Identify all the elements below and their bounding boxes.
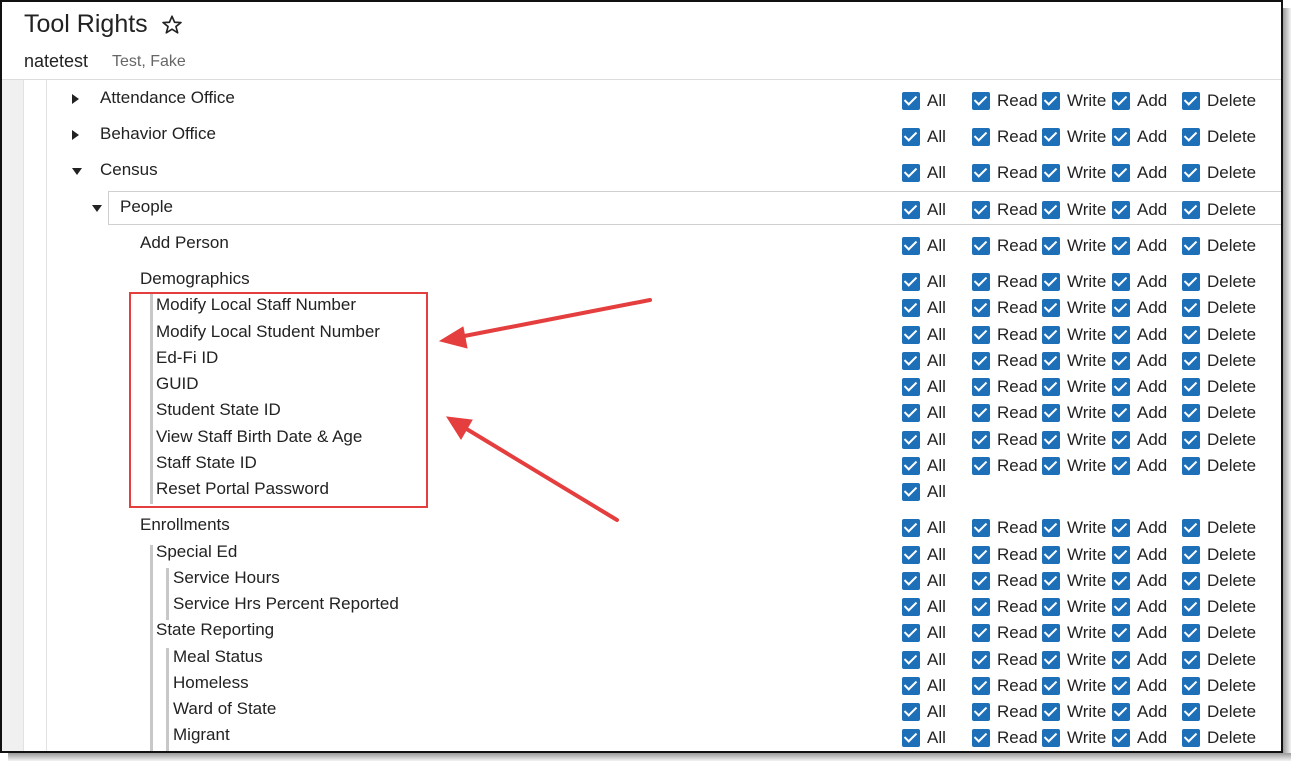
window-shadow-right — [1283, 8, 1291, 760]
arrow-1-head — [438, 326, 468, 349]
annotation-arrows — [438, 298, 652, 522]
arrow-2 — [458, 423, 619, 522]
arrow-1 — [452, 298, 652, 340]
tool-rights-window: Tool Rights natetest Test, Fake Attendan… — [0, 0, 1283, 753]
window-shadow-bottom — [8, 753, 1291, 761]
